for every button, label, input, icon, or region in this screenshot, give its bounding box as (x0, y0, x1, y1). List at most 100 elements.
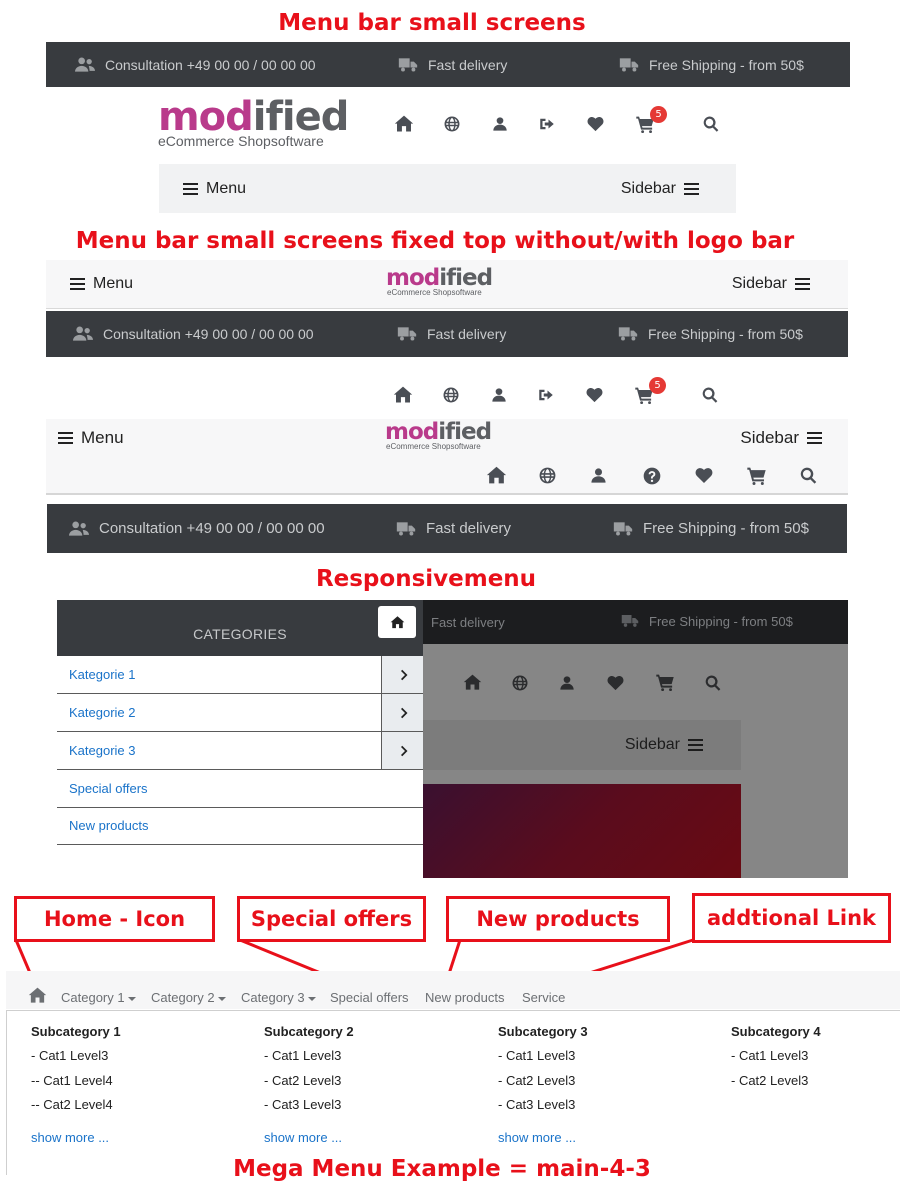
menu-item-kategorie-1[interactable]: Kategorie 1 (57, 656, 423, 694)
user-icon[interactable] (590, 466, 607, 485)
subcategory-link[interactable]: - Cat2 Level3 (731, 1073, 821, 1098)
menu-label: Menu (206, 179, 247, 197)
consultation-item: Consultation +49 00 00 / 00 00 00 (67, 504, 325, 553)
nav-category-3[interactable]: Category 3 (241, 990, 316, 1005)
heart-icon[interactable] (585, 386, 604, 404)
menu-item-label: Special offers (69, 781, 148, 796)
menu-toggle[interactable]: Menu (70, 260, 133, 308)
search-icon[interactable] (702, 115, 720, 133)
menu-item-kategorie-3[interactable]: Kategorie 3 (57, 732, 423, 770)
cart-button[interactable]: 5 (634, 376, 666, 405)
consultation-text: Consultation +49 00 00 / 00 00 00 (103, 326, 314, 342)
overlay-banner (423, 784, 741, 878)
search-icon[interactable] (701, 386, 719, 404)
globe-icon[interactable] (538, 466, 557, 485)
subcategory-link[interactable]: - Cat2 Level3 (264, 1073, 354, 1098)
users-icon (73, 55, 97, 75)
menu-toggle[interactable]: Menu (58, 419, 124, 457)
responsive-menu: CATEGORIES Kategorie 1 Kategorie 2 Kateg… (57, 600, 423, 845)
menu-item-special-offers[interactable]: Special offers (57, 770, 423, 808)
subcategory-link[interactable]: - Cat2 Level3 (498, 1073, 588, 1098)
logo[interactable]: modified eCommerce Shopsoftware (158, 97, 349, 148)
subcategory-link[interactable]: -- Cat2 Level4 (31, 1097, 121, 1122)
show-more-link[interactable]: show more ... (264, 1130, 342, 1145)
expand-button[interactable] (381, 694, 423, 731)
chevron-right-icon (397, 669, 409, 681)
home-icon[interactable] (486, 465, 507, 486)
subcategory-heading[interactable]: Subcategory 1 (31, 1024, 121, 1039)
subcategory-link[interactable]: -- Cat1 Level4 (31, 1073, 121, 1098)
free-shipping-text: Free Shipping - from 50$ (648, 326, 803, 342)
nav-category-1[interactable]: Category 1 (61, 990, 136, 1005)
section-title-menu-bar: Menu bar small screens (278, 10, 586, 36)
home-icon (390, 615, 405, 630)
overlay-fast-delivery: Fast delivery (431, 615, 505, 630)
sidebar-toggle[interactable]: Sidebar (621, 164, 699, 213)
subcategory-link[interactable]: - Cat1 Level3 (264, 1048, 354, 1073)
subcategory-link[interactable]: - Cat3 Level3 (264, 1097, 354, 1122)
page-overlay[interactable]: Fast delivery Free Shipping - from 50$ S… (423, 600, 848, 878)
heart-icon[interactable] (694, 466, 714, 485)
home-button[interactable] (378, 606, 416, 638)
nav-new-products[interactable]: New products (425, 990, 504, 1005)
heart-icon[interactable] (586, 115, 605, 133)
subcategory-heading[interactable]: Subcategory 4 (731, 1024, 821, 1039)
subcategory-link[interactable]: - Cat3 Level3 (498, 1097, 588, 1122)
fast-delivery-item: Fast delivery (394, 504, 511, 553)
show-more-link[interactable]: show more ... (31, 1130, 109, 1145)
info-bar: Consultation +49 00 00 / 00 00 00 Fast d… (46, 42, 850, 87)
overlay-sidebar-label: Sidebar (624, 736, 680, 753)
caret-down-icon (127, 996, 136, 1001)
consultation-item: Consultation +49 00 00 / 00 00 00 (71, 311, 314, 357)
nav-category-2[interactable]: Category 2 (151, 990, 226, 1005)
user-icon (559, 674, 575, 692)
home-icon (463, 673, 482, 692)
nav-service[interactable]: Service (522, 990, 565, 1005)
nav-special-offers[interactable]: Special offers (330, 990, 409, 1005)
subcategory-heading[interactable]: Subcategory 2 (264, 1024, 354, 1039)
sidebar-label: Sidebar (620, 179, 676, 197)
expand-button[interactable] (381, 656, 423, 693)
menu-label: Menu (81, 428, 124, 447)
subcategory-link[interactable]: - Cat1 Level3 (498, 1048, 588, 1073)
menu-item-kategorie-2[interactable]: Kategorie 2 (57, 694, 423, 732)
globe-icon[interactable] (443, 115, 461, 133)
expand-button[interactable] (381, 732, 423, 769)
home-icon[interactable] (27, 986, 48, 1005)
cart-button[interactable]: 5 (635, 105, 667, 134)
overlay-free-shipping-item: Free Shipping - from 50$ (619, 612, 793, 630)
home-icon[interactable] (394, 114, 414, 134)
user-icon[interactable] (491, 386, 507, 404)
user-icon[interactable] (492, 115, 508, 133)
cart-icon (655, 673, 675, 692)
truck-icon (619, 612, 641, 630)
menu-item-label: Kategorie 1 (69, 667, 136, 682)
logo[interactable]: modified eCommerce Shopsoftware (385, 421, 492, 451)
cart-icon[interactable] (746, 466, 767, 486)
menu-bar: Menu Sidebar (159, 164, 736, 213)
consultation-text: Consultation +49 00 00 / 00 00 00 (105, 56, 316, 73)
globe-icon[interactable] (442, 386, 460, 404)
search-icon[interactable] (799, 466, 818, 485)
subcategory-link[interactable]: - Cat1 Level3 (31, 1048, 121, 1073)
home-icon[interactable] (393, 385, 413, 405)
menu-icon (183, 180, 198, 198)
help-icon[interactable] (642, 466, 662, 486)
logout-icon[interactable] (538, 115, 556, 133)
logo[interactable]: modified eCommerce Shopsoftware (386, 267, 493, 297)
truck-icon (395, 324, 419, 344)
free-shipping-text: Free Shipping - from 50$ (643, 520, 809, 537)
fixed-menu-bar: Menu modified eCommerce Shopsoftware Sid… (46, 260, 848, 309)
sidebar-toggle[interactable]: Sidebar (732, 260, 810, 308)
show-more-link[interactable]: show more ... (498, 1130, 576, 1145)
menu-toggle[interactable]: Menu (183, 164, 246, 213)
menu-item-new-products[interactable]: New products (57, 807, 423, 845)
free-shipping-item: Free Shipping - from 50$ (611, 504, 809, 553)
subcategory-heading[interactable]: Subcategory 3 (498, 1024, 588, 1039)
subcategory-link[interactable]: - Cat1 Level3 (731, 1048, 821, 1073)
section-title-responsive: Responsivemenu (315, 566, 537, 592)
overlay-info-bar: Fast delivery Free Shipping - from 50$ (423, 600, 848, 644)
sidebar-toggle[interactable]: Sidebar (740, 419, 822, 457)
logout-icon[interactable] (537, 386, 555, 404)
nav-category-2-label: Category 2 (151, 990, 215, 1005)
